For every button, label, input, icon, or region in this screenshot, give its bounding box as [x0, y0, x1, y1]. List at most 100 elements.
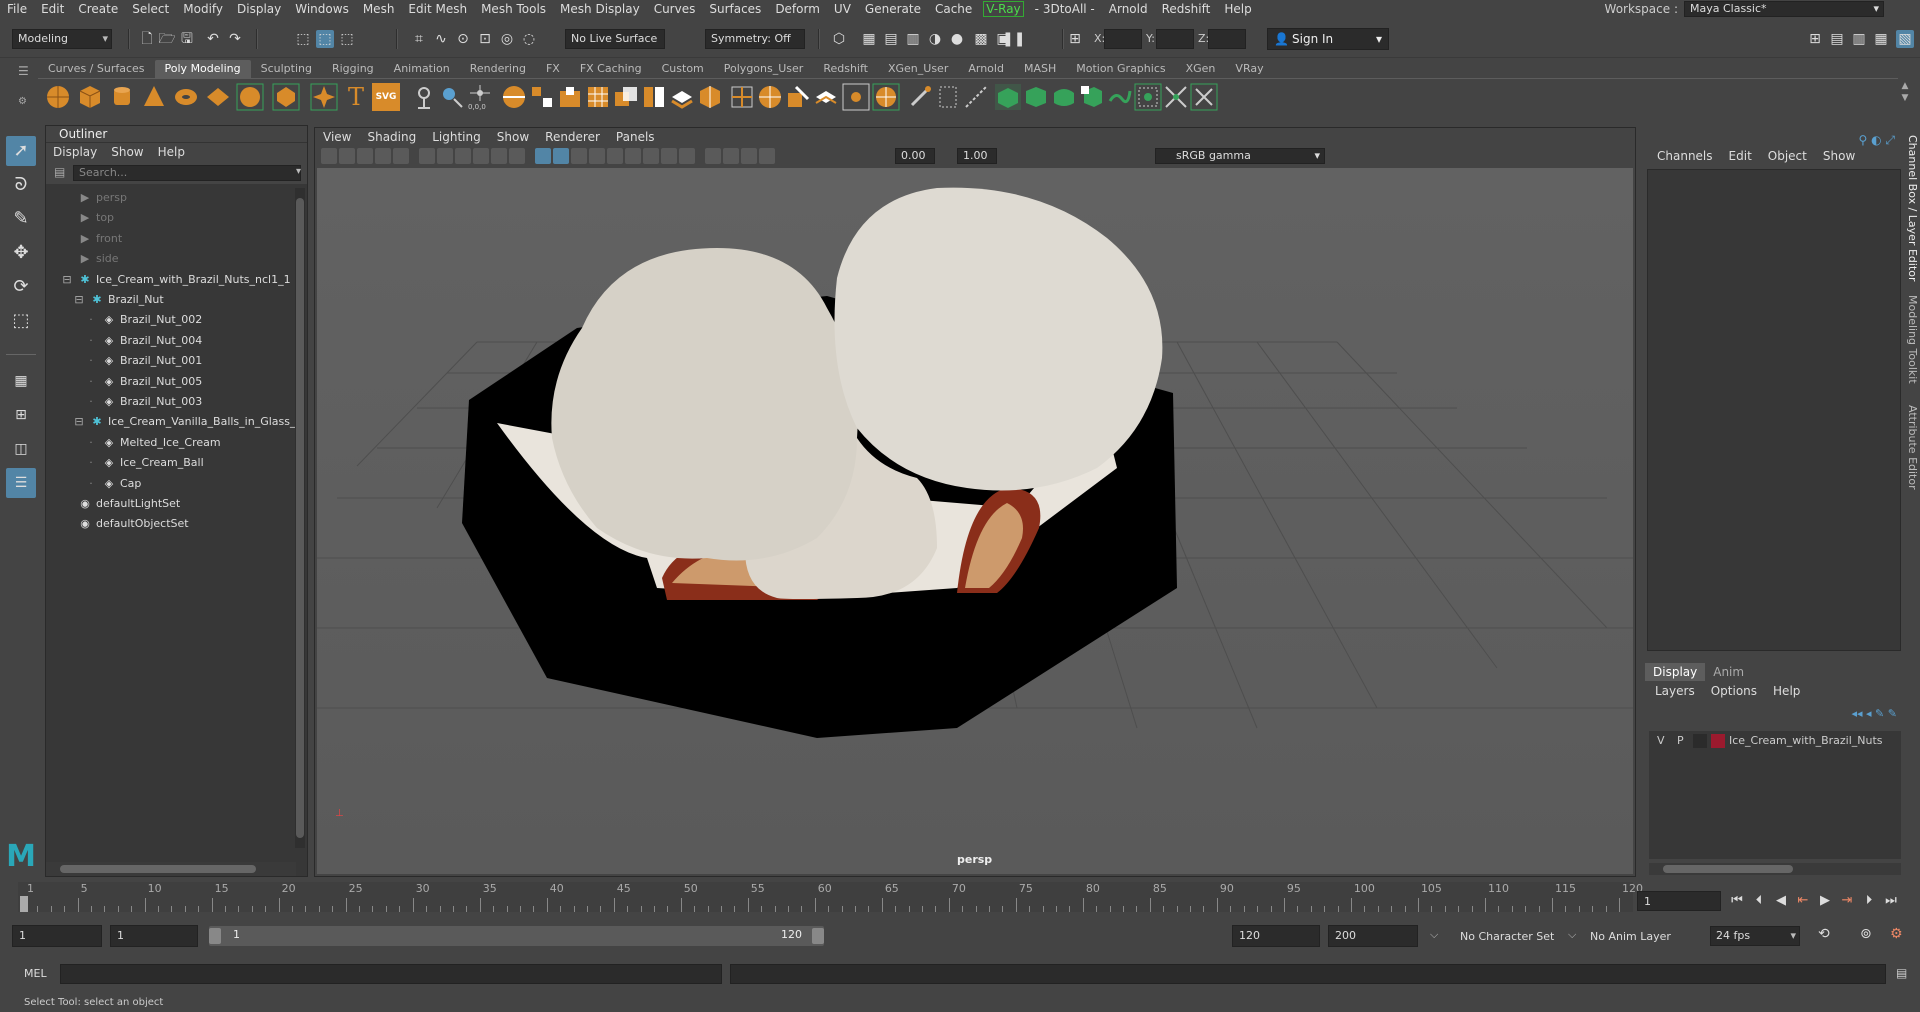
textured-icon[interactable] [589, 148, 605, 164]
scale-tool-icon[interactable]: ⬚ [6, 306, 36, 336]
shelf-options-icon[interactable]: ⚙ [18, 96, 27, 107]
menu-surfaces[interactable]: Surfaces [702, 0, 768, 18]
outliner-vertical-scrollbar[interactable] [295, 188, 305, 848]
outliner-menu-display[interactable]: Display [46, 143, 104, 162]
outliner-item[interactable]: · ◈ Brazil_Nut_001 [84, 351, 202, 371]
ungroup-icon[interactable] [1162, 83, 1190, 111]
collapse-icon[interactable]: ⊟ [72, 412, 86, 432]
range-end-handle[interactable] [812, 928, 824, 944]
extract-icon[interactable] [556, 83, 584, 111]
menu-windows[interactable]: Windows [288, 0, 356, 18]
hypershade-icon[interactable]: ◑ [926, 30, 944, 48]
image-plane-icon[interactable] [393, 148, 409, 164]
gate-mask-icon[interactable] [473, 148, 489, 164]
sculpt-icon[interactable] [410, 83, 438, 111]
channel-box-icons[interactable]: ⚲ ◐ ⤢ [1859, 133, 1896, 148]
super-shape-icon[interactable] [310, 83, 338, 111]
filter-icon[interactable]: ▤ [54, 165, 65, 179]
chevron-down-icon[interactable]: ⌵ [1568, 928, 1576, 942]
boolean-icon[interactable] [612, 83, 640, 111]
snap-edge-icon[interactable]: ◌ [520, 30, 538, 48]
select-tool-icon[interactable]: ➚ [6, 136, 36, 166]
tab-modeling-toolkit[interactable]: Modeling Toolkit [1904, 295, 1919, 384]
safe-action-icon[interactable] [509, 148, 525, 164]
step-back-frame-icon[interactable]: ⏴ [1750, 892, 1768, 910]
field-chart-icon[interactable] [491, 148, 507, 164]
poly-cylinder-icon[interactable] [108, 83, 136, 111]
smooth-icon[interactable] [584, 83, 612, 111]
wireframe-icon[interactable] [535, 148, 551, 164]
motion-blur-icon[interactable] [661, 148, 677, 164]
outliner-layout-icon[interactable]: ☰ [6, 468, 36, 498]
redo-icon[interactable]: ↷ [226, 30, 244, 48]
menu-generate[interactable]: Generate [858, 0, 928, 18]
script-language-toggle[interactable]: MEL [24, 967, 47, 980]
channel-box-menu-show[interactable]: Show [1815, 147, 1863, 165]
menu-mesh-display[interactable]: Mesh Display [553, 0, 647, 18]
vray-ipr-icon[interactable]: ▩ [972, 30, 990, 48]
smooth-shade-icon[interactable] [553, 148, 569, 164]
poly-plane-icon[interactable] [204, 83, 232, 111]
shadows-icon[interactable] [625, 148, 641, 164]
ipr-render-icon[interactable]: ▤ [882, 30, 900, 48]
menu-select[interactable]: Select [125, 0, 176, 18]
collapse-icon[interactable]: ⊟ [72, 290, 86, 310]
shelf-tab-motion-graphics[interactable]: Motion Graphics [1066, 60, 1175, 78]
menu-edit-mesh[interactable]: Edit Mesh [401, 0, 474, 18]
poly-cone-icon[interactable] [140, 83, 168, 111]
outliner-item[interactable]: ⊟ ✱ Ice_Cream_Vanilla_Balls_in_Glass_B [72, 412, 303, 432]
anti-alias-icon[interactable] [679, 148, 695, 164]
menu-help[interactable]: Help [1217, 0, 1258, 18]
character-set-label[interactable]: No Character Set [1460, 930, 1554, 943]
poly-cube-icon[interactable] [76, 83, 104, 111]
outliner-item[interactable]: ▶ side [60, 249, 119, 269]
y-field[interactable] [1156, 29, 1194, 49]
layer-editor-icon[interactable]: ▧ [1896, 30, 1914, 48]
x-field[interactable] [1104, 29, 1142, 49]
symmetry-select[interactable]: Symmetry: Off [705, 29, 805, 49]
outliner-item[interactable]: · ◈ Cap [84, 474, 141, 494]
menu-curves[interactable]: Curves [647, 0, 703, 18]
channel-box-icon[interactable]: ▦ [1872, 30, 1890, 48]
outliner-item[interactable]: · ◈ Brazil_Nut_003 [84, 392, 202, 412]
paint-select-tool-icon[interactable]: ✎ [6, 204, 36, 234]
play-forward-icon[interactable]: ▶ [1816, 892, 1834, 910]
tab-channel-box-layer-editor[interactable]: Channel Box / Layer Editor [1904, 135, 1919, 282]
poly-torus-icon[interactable] [172, 83, 200, 111]
menu-modify[interactable]: Modify [176, 0, 230, 18]
combine-icon[interactable] [500, 83, 528, 111]
go-to-start-icon[interactable]: ⏮ [1728, 892, 1746, 910]
delete-history-icon[interactable] [1050, 83, 1078, 111]
outliner-menu-show[interactable]: Show [104, 143, 150, 162]
wireframe-on-shaded-icon[interactable] [571, 148, 587, 164]
undo-icon[interactable]: ↶ [204, 30, 222, 48]
shelf-menu-icon[interactable]: ☰ [18, 64, 29, 78]
viewport-menu-panels[interactable]: Panels [608, 128, 663, 146]
grid-icon[interactable] [419, 148, 435, 164]
parent-icon[interactable] [1106, 83, 1134, 111]
channel-box-menu-channels[interactable]: Channels [1649, 147, 1721, 165]
menu-cache[interactable]: Cache [928, 0, 979, 18]
snap-point-icon[interactable]: ⊙ [454, 30, 472, 48]
workspace-select[interactable]: Maya Classic* [1684, 1, 1884, 17]
viewport-menu-show[interactable]: Show [489, 128, 537, 146]
shelf-tab-redshift[interactable]: Redshift [813, 60, 878, 78]
layer-row[interactable]: V P Ice_Cream_with_Brazil_Nuts [1649, 731, 1901, 751]
shelf-tab-fx[interactable]: FX [536, 60, 570, 78]
menu-v-ray[interactable]: V-Ray [983, 1, 1024, 17]
modeling-toolkit-icon[interactable]: ⊞ [1806, 30, 1824, 48]
viewport-menu-renderer[interactable]: Renderer [537, 128, 608, 146]
playhead-marker[interactable] [20, 896, 28, 912]
tab-display[interactable]: Display [1645, 663, 1706, 681]
layer-visibility-toggle[interactable]: V [1657, 731, 1665, 751]
bookmark-icon[interactable] [375, 148, 391, 164]
outliner-search-input[interactable]: Search... [73, 165, 301, 181]
xray-components-icon[interactable] [759, 148, 775, 164]
render-current-frame-icon[interactable]: ▦ [860, 30, 878, 48]
shelf-scroll-icon[interactable]: ▲ ▼ [1898, 80, 1912, 116]
delete-icon[interactable] [1190, 83, 1218, 111]
xray-joints-icon[interactable] [741, 148, 757, 164]
snap-view-icon[interactable]: ⊡ [476, 30, 494, 48]
poly-text-icon[interactable]: T [342, 83, 370, 111]
outliner-horizontal-scrollbar[interactable] [46, 862, 296, 876]
